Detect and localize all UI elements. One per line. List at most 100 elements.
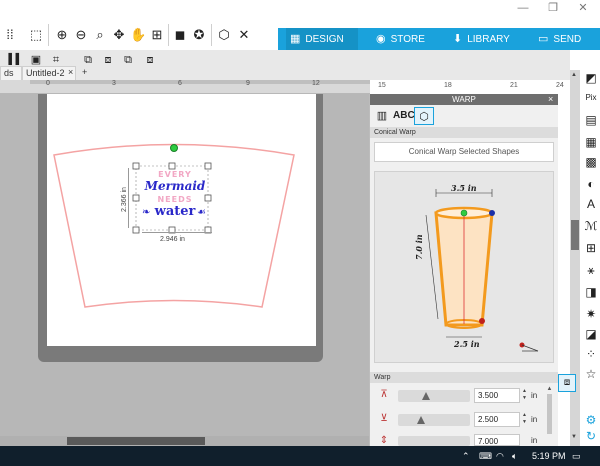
- flourish-left-icon: ❧: [142, 207, 151, 218]
- nav-tab-design[interactable]: ▦ DESIGN: [286, 28, 358, 50]
- nav-tab-label: STORE: [390, 34, 425, 45]
- bottom-width-spinner[interactable]: ▲ ▼: [521, 412, 528, 427]
- bottom-width-slider[interactable]: [398, 414, 470, 426]
- spin-up-icon[interactable]: ▲: [521, 412, 528, 419]
- ruler-mark: 18: [444, 82, 452, 89]
- weld-icon[interactable]: ⧉: [120, 52, 136, 68]
- restore-button[interactable]: ❐: [538, 0, 568, 18]
- add-tab-button[interactable]: +: [82, 67, 87, 77]
- conical-warp-apply-button[interactable]: Conical Warp Selected Shapes: [374, 142, 554, 162]
- volume-icon[interactable]: 🔈︎: [512, 449, 517, 463]
- sidebar-scroll-thumb[interactable]: [571, 220, 579, 250]
- ruler-mark: 21: [510, 82, 518, 89]
- grid-dots-icon[interactable]: ⁞⁞: [2, 27, 18, 43]
- warp-panel-close-button[interactable]: ×: [548, 94, 558, 105]
- cup-preview-graphic: [425, 189, 539, 352]
- wifi-icon[interactable]: ◠: [496, 449, 504, 463]
- zoom-fit-icon[interactable]: ⌕: [92, 27, 108, 43]
- delete-x-icon[interactable]: ✕: [236, 27, 252, 43]
- page-setup-icon[interactable]: ◩: [583, 70, 599, 86]
- compound-icon[interactable]: ⧈: [142, 52, 158, 68]
- ruler-mark: 15: [378, 82, 386, 89]
- sidebar-scroll-down-icon[interactable]: ▼: [571, 434, 577, 440]
- rhinestone-icon[interactable]: ⁘: [583, 346, 599, 362]
- shape-fill-icon[interactable]: ◼: [172, 27, 188, 43]
- star-icon[interactable]: ✪: [191, 27, 207, 43]
- offset-icon[interactable]: ◪: [583, 326, 599, 342]
- cup-height-label: 7.0 in: [414, 234, 424, 260]
- cup-height-unit: in: [531, 436, 538, 445]
- sidebar-scroll-up-icon[interactable]: ▲: [571, 72, 577, 78]
- store-icon: ◉: [376, 33, 386, 45]
- ruler-mark: 24: [556, 82, 564, 89]
- warp-panel-title: WARP: [370, 94, 558, 105]
- nav-tab-send[interactable]: ▭ SEND: [534, 28, 600, 50]
- warp-panel-icon[interactable]: ⧈: [558, 374, 576, 392]
- text-warp-tab-icon[interactable]: ABC: [393, 107, 415, 125]
- scale-icon[interactable]: ◨: [583, 284, 599, 300]
- minimize-button[interactable]: —: [508, 0, 538, 18]
- zoom-in-icon[interactable]: ⊕: [54, 27, 70, 43]
- select-icon[interactable]: ⬚: [28, 27, 44, 43]
- design-text-mermaid: Mermaid: [144, 179, 206, 193]
- grid-icon: ▦: [290, 33, 301, 45]
- document-tab[interactable]: ds: [0, 66, 22, 80]
- map-warp-tab-icon[interactable]: ▥: [372, 107, 392, 125]
- scroll-up-icon[interactable]: ▲: [545, 386, 554, 392]
- keyboard-icon[interactable]: ⌨: [479, 449, 492, 463]
- sketch-icon[interactable]: ℳ: [583, 218, 599, 234]
- top-width-slider[interactable]: [398, 390, 470, 402]
- add-page-icon[interactable]: ⊞: [149, 27, 165, 43]
- ungroup-icon[interactable]: ⧈: [100, 52, 116, 68]
- line-style-icon[interactable]: ⊞: [583, 240, 599, 256]
- fill-pattern-icon[interactable]: ▩: [583, 154, 599, 170]
- document-tab-label: ds: [4, 68, 14, 78]
- zoom-out-icon[interactable]: ⊖: [73, 27, 89, 43]
- bottom-width-slider-thumb[interactable]: [417, 416, 425, 424]
- cube-icon[interactable]: ⬡: [216, 27, 232, 43]
- transparency-icon[interactable]: ◐: [583, 176, 599, 192]
- toolbar-separator: [48, 24, 49, 46]
- pan-hand-icon[interactable]: ✋: [130, 27, 146, 43]
- taskbar-clock[interactable]: 5:19 PM: [532, 449, 566, 463]
- spin-down-icon[interactable]: ▼: [521, 395, 528, 402]
- ruler-mark: 6: [178, 80, 182, 87]
- nav-tab-store[interactable]: ◉ STORE: [372, 28, 442, 50]
- cup-height-slider[interactable]: [398, 436, 470, 446]
- canvas-scroll-thumb[interactable]: [67, 437, 205, 445]
- pixscan-icon[interactable]: Pix: [583, 90, 599, 106]
- windows-taskbar: [0, 446, 600, 466]
- sync-icon[interactable]: ↻: [583, 428, 599, 444]
- bottom-width-input[interactable]: 2.500: [474, 412, 520, 427]
- document-tab-label: Untitled-2: [26, 68, 65, 78]
- group-icon[interactable]: ⧉: [80, 52, 96, 68]
- panel-scroll-track[interactable]: [547, 394, 552, 434]
- notification-icon[interactable]: ▭: [572, 449, 581, 463]
- conical-warp-tab-icon[interactable]: ⬡: [414, 107, 434, 125]
- nav-tab-label: SEND: [553, 34, 582, 45]
- spin-up-icon[interactable]: ▲: [521, 388, 528, 395]
- ruler-mark: 12: [312, 80, 320, 87]
- top-width-input[interactable]: 3.500: [474, 388, 520, 403]
- library-panel-icon[interactable]: ▤: [583, 112, 599, 128]
- nav-tab-library[interactable]: ⬇ LIBRARY: [449, 28, 525, 50]
- close-tab-icon[interactable]: ×: [68, 67, 73, 77]
- nav-tab-label: LIBRARY: [467, 34, 510, 45]
- top-width-slider-thumb[interactable]: [422, 392, 430, 400]
- cup-height-input[interactable]: 7.000: [474, 434, 520, 446]
- text-style-icon[interactable]: A: [583, 196, 599, 212]
- bottom-width-unit: in: [531, 415, 538, 424]
- rotate-handle[interactable]: [170, 144, 178, 152]
- nav-tab-label: DESIGN: [305, 34, 344, 45]
- spin-down-icon[interactable]: ▼: [521, 419, 528, 426]
- close-window-button[interactable]: ✕: [568, 0, 598, 18]
- settings-gear-icon[interactable]: ⚙: [583, 412, 599, 428]
- replicate-star-icon[interactable]: ☆: [583, 366, 599, 382]
- move-icon[interactable]: ✥: [111, 27, 127, 43]
- trace-icon[interactable]: ⚹: [583, 262, 599, 278]
- modify-star-icon[interactable]: ✷: [583, 306, 599, 322]
- warp-panel-scrollbar[interactable]: ▲: [545, 386, 554, 444]
- top-width-spinner[interactable]: ▲ ▼: [521, 388, 528, 403]
- tray-arrow-icon[interactable]: ⌃: [462, 449, 470, 463]
- grid-settings-icon[interactable]: ▦: [583, 134, 599, 150]
